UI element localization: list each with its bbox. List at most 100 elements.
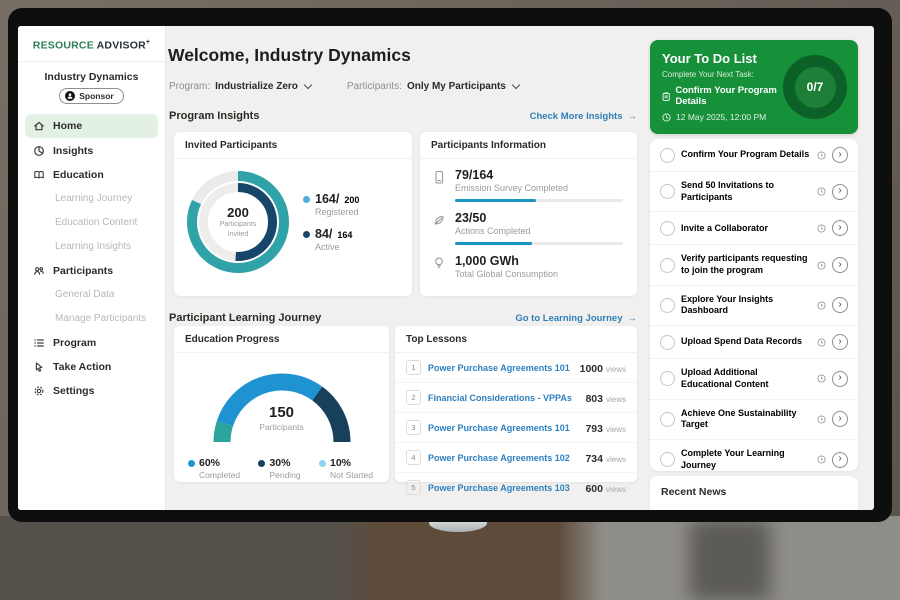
clock-icon [817,455,826,464]
legend-completed: 60% Completed [188,457,240,480]
chevron-right-icon: › [838,186,841,196]
card-title: Education Progress [174,326,389,353]
clock-icon [817,151,826,160]
legend-dot [319,460,326,467]
due-date: 12 May 2025, 12:00 PM [676,112,766,122]
card-title: Participants Information [420,132,637,159]
sidebar-item-learning-journey[interactable]: Learning Journey [18,187,165,211]
chevron-right-icon: › [838,223,841,233]
task-go-button[interactable]: › [832,257,848,273]
sidebar-item-home[interactable]: Home [25,114,158,138]
lesson-row: 5 Power Purchase Agreements 103 600views [395,473,637,502]
rank-badge: 5 [406,480,421,495]
lesson-link[interactable]: Power Purchase Agreements 101 [428,423,578,433]
brand-secondary: ADVISOR [97,40,146,52]
sidebar-item-learning-insights[interactable]: Learning Insights [18,235,165,259]
lesson-link[interactable]: Power Purchase Agreements 102 [428,453,578,463]
task-go-button[interactable]: › [832,184,848,200]
task-checkbox[interactable] [660,184,675,199]
task-checkbox[interactable] [660,371,675,386]
rank-badge: 4 [406,450,421,465]
stat-emission-survey: 79/164 Emission Survey Completed [420,159,637,202]
program-value: Industrialize Zero [215,81,298,92]
education-icon [33,169,45,181]
task-go-button[interactable]: › [832,220,848,236]
clock-icon [817,338,826,347]
task-checkbox[interactable] [660,298,675,313]
insights-icon [33,145,45,157]
task-checkbox[interactable] [660,221,675,236]
todo-hero-card: Your To Do List Complete Your Next Task:… [650,40,858,134]
todo-task-row: Verify participants requesting to join t… [650,245,858,285]
todo-task-row: Achieve One Sustainability Target › [650,400,858,440]
invited-donut-chart: 200 Participants Invited [182,166,294,278]
sidebar-item-take-action[interactable]: Take Action [18,355,165,379]
lesson-link[interactable]: Financial Considerations - VPPAs [428,393,578,403]
take-action-icon [33,361,45,373]
clock-icon [817,415,826,424]
lesson-row: 4 Power Purchase Agreements 102 734views [395,443,637,473]
rank-badge: 3 [406,420,421,435]
task-go-button[interactable]: › [832,452,848,468]
clock-icon [817,224,826,233]
sidebar-item-program[interactable]: Program [18,331,165,355]
lesson-link[interactable]: Power Purchase Agreements 101 [428,363,573,373]
sidebar-item-education-content[interactable]: Education Content [18,211,165,235]
task-go-button[interactable]: › [832,147,848,163]
invited-participants-card: Invited Participants 200 Participants In… [174,132,412,296]
progress-bar [455,242,623,245]
task-go-button[interactable]: › [832,411,848,427]
todo-task-row: Upload Additional Educational Content › [650,359,858,399]
legend-dot [303,231,310,238]
program-icon [33,337,45,349]
clock-icon [817,187,826,196]
clock-icon [662,113,671,122]
sidebar-item-manage-participants[interactable]: Manage Participants [18,307,165,331]
task-go-button[interactable]: › [832,334,848,350]
education-gauge-chart: 150 Participants [187,356,377,454]
sidebar-item-education[interactable]: Education [18,163,165,187]
dashboard-screen: RESOURCE ADVISOR+ Industry Dynamics Spon… [18,26,874,510]
todo-task-row: Confirm Your Program Details › [650,139,858,172]
chevron-right-icon: › [838,150,841,160]
todo-task-row: Invite a Collaborator › [650,212,858,245]
task-checkbox[interactable] [660,258,675,273]
education-progress-card: Education Progress 150 Participants 60% … [174,326,389,482]
clock-icon [817,261,826,270]
task-checkbox[interactable] [660,452,675,467]
energy-icon [432,254,447,279]
program-dropdown[interactable]: Program: Industrialize Zero [169,81,311,92]
program-label: Program: [169,81,210,92]
recent-news-card: Recent News [650,476,858,510]
task-go-button[interactable]: › [832,371,848,387]
legend-dot [303,196,310,203]
clock-icon [817,301,826,310]
check-more-insights-link[interactable]: Check More Insights → [530,111,637,122]
sidebar-item-label: Settings [53,385,94,397]
participants-information-card: Participants Information 79/164 Emission… [420,132,637,296]
participants-value: Only My Participants [407,81,506,92]
app-logo: RESOURCE ADVISOR+ [18,26,165,62]
todo-progress-ring: 0/7 [783,55,847,119]
sponsor-badge[interactable]: Sponsor [59,88,123,104]
sponsor-label: Sponsor [79,91,113,101]
task-go-button[interactable]: › [832,297,848,313]
lesson-link[interactable]: Power Purchase Agreements 103 [428,483,578,493]
legend-active: 84/164 Active [303,227,359,252]
survey-icon [432,168,447,202]
sidebar-item-insights[interactable]: Insights [18,139,165,163]
todo-task-row: Complete Your Learning Journey › [650,440,858,480]
go-to-learning-journey-link[interactable]: Go to Learning Journey → [515,313,637,324]
sidebar-item-label: Insights [53,145,93,157]
task-checkbox[interactable] [660,412,675,427]
task-checkbox[interactable] [660,148,675,163]
legend-pending: 30% Pending [258,457,300,480]
sidebar-item-participants[interactable]: Participants [18,259,165,283]
participants-dropdown[interactable]: Participants: Only My Participants [347,81,519,92]
task-checkbox[interactable] [660,335,675,350]
progress-bar [455,199,623,202]
home-icon [33,120,45,132]
sidebar: RESOURCE ADVISOR+ Industry Dynamics Spon… [18,26,166,510]
sidebar-item-general-data[interactable]: General Data [18,283,165,307]
sidebar-item-settings[interactable]: Settings [18,379,165,403]
